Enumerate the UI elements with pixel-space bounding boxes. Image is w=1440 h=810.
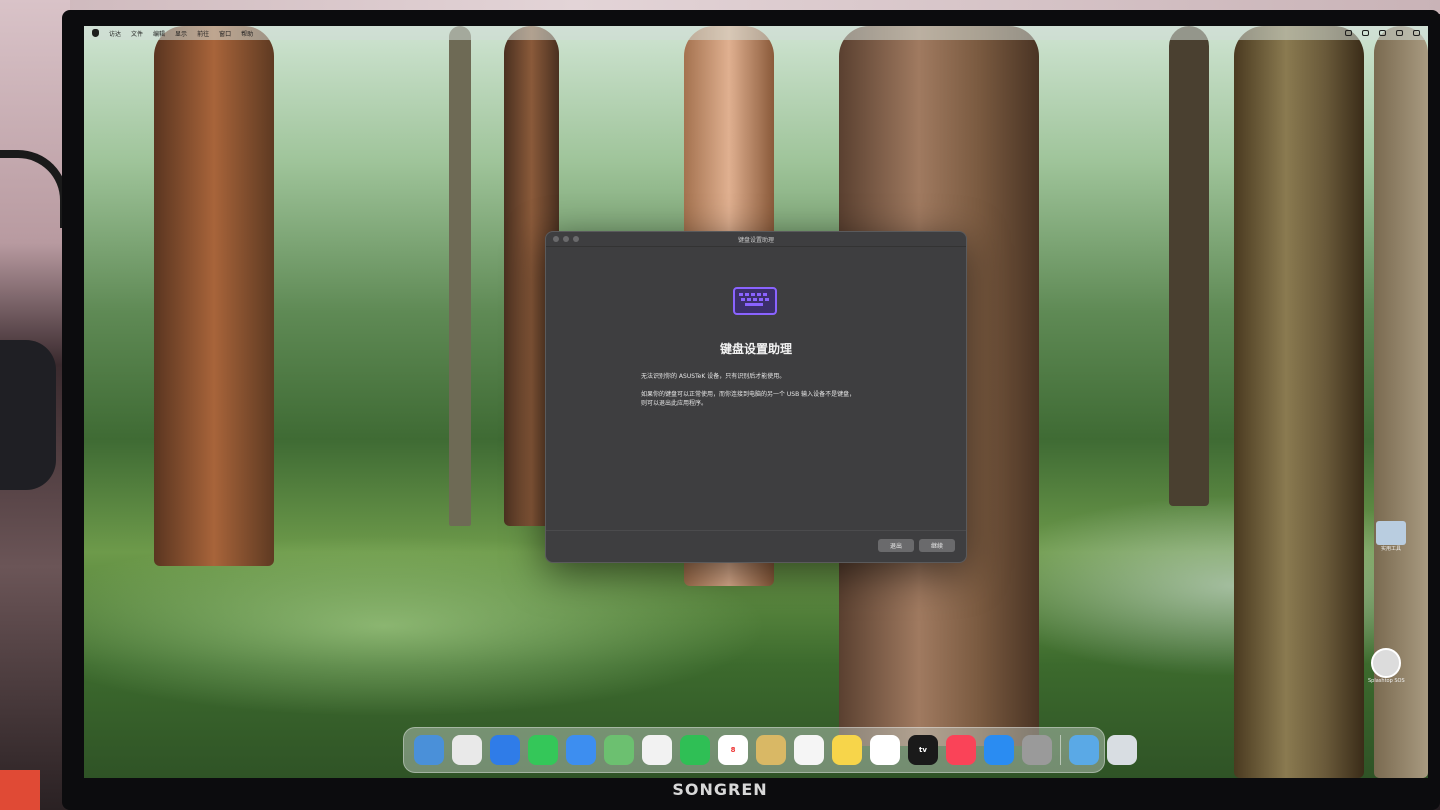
bag-strap [0, 150, 68, 228]
desktop-folder-label: 实用工具 [1380, 546, 1401, 552]
dialog-message-1: 无法识别你的 ASUSTeK 设备，只有识别后才能使用。 [641, 373, 786, 380]
wifi-icon[interactable] [1379, 30, 1386, 36]
window-title: 键盘设置助理 [737, 236, 774, 244]
continue-button[interactable]: 继续 [919, 539, 955, 552]
dock-notes-icon[interactable] [832, 735, 862, 765]
dock-maps-icon[interactable] [604, 735, 634, 765]
menu-item-window[interactable]: 窗口 [219, 29, 231, 38]
minimize-button[interactable] [563, 236, 569, 242]
dock-facetime-icon[interactable] [680, 735, 710, 765]
desktop-app-splashtop[interactable]: Splashtop SOS [1368, 648, 1405, 684]
window-titlebar: 键盘设置助理 [546, 232, 966, 247]
zoom-button[interactable] [573, 236, 579, 242]
dialog-message-2-line-1: 如果你的键盘可以正常使用，而你连接到电脑的另一个 USB 输入设备不是键盘， [641, 391, 856, 398]
control-center-icon[interactable] [1413, 30, 1420, 36]
dock-music-icon[interactable] [946, 735, 976, 765]
dock-reminders-icon[interactable] [794, 735, 824, 765]
dock: 8 tv [403, 727, 1137, 773]
keyboard-icon [733, 287, 777, 315]
dock-mail-icon[interactable] [566, 735, 596, 765]
dock-downloads-folder-icon[interactable] [1069, 735, 1099, 765]
battery-icon[interactable] [1362, 30, 1369, 36]
dock-calendar-icon[interactable]: 8 [718, 735, 748, 765]
footer-divider [546, 530, 966, 531]
quit-button[interactable]: 退出 [878, 539, 914, 552]
menu-bar: 访达 文件 编辑 显示 前往 窗口 帮助 [84, 26, 1428, 40]
dock-notes-folder-icon[interactable] [756, 735, 786, 765]
tree-trunk [1234, 26, 1364, 778]
close-button[interactable] [553, 236, 559, 242]
menu-item-edit[interactable]: 编辑 [153, 29, 165, 38]
dock-apple-tv-icon[interactable]: tv [908, 735, 938, 765]
apple-icon[interactable] [92, 29, 99, 37]
tree-trunk [154, 26, 274, 566]
splashtop-icon [1371, 648, 1402, 678]
mac-desktop: 访达 文件 编辑 显示 前往 窗口 帮助 键盘设置助理 键盘设置助理 无法识别你… [84, 26, 1428, 778]
dock-trash-icon[interactable] [1107, 735, 1137, 765]
status-icon[interactable] [1345, 30, 1352, 36]
desktop-app-label: Splashtop SOS [1368, 678, 1405, 684]
menu-item-go[interactable]: 前往 [197, 29, 209, 38]
dock-messages-icon[interactable] [528, 735, 558, 765]
dialog-message-2-line-2: 则可以退出此应用程序。 [641, 400, 708, 407]
dock-system-settings-icon[interactable] [1022, 735, 1052, 765]
menu-item-view[interactable]: 显示 [175, 29, 187, 38]
keyboard-setup-assistant-window: 键盘设置助理 键盘设置助理 无法识别你的 ASUSTeK 设备，只有识别后才能使… [545, 231, 967, 563]
dialog-heading: 键盘设置助理 [719, 342, 792, 356]
tree-trunk [1169, 26, 1209, 506]
dock-freeform-icon[interactable] [870, 735, 900, 765]
search-icon[interactable] [1396, 30, 1403, 36]
dock-app-store-icon[interactable] [984, 735, 1014, 765]
menu-item-help[interactable]: 帮助 [241, 29, 253, 38]
menu-item-finder[interactable]: 访达 [109, 29, 121, 38]
monitor-brand-logo: SONGREN [672, 780, 768, 799]
room-left-side [0, 0, 70, 810]
dock-safari-icon[interactable] [490, 735, 520, 765]
dock-launchpad-icon[interactable] [452, 735, 482, 765]
window-controls [553, 236, 579, 242]
dock-separator [1060, 735, 1061, 765]
menu-item-file[interactable]: 文件 [131, 29, 143, 38]
folder-icon [1376, 521, 1406, 545]
dock-photos-icon[interactable] [642, 735, 672, 765]
backpack [0, 340, 56, 490]
desktop-folder-utilities[interactable]: 实用工具 [1376, 521, 1406, 552]
tree-trunk [449, 26, 471, 526]
dock-finder-icon[interactable] [414, 735, 444, 765]
